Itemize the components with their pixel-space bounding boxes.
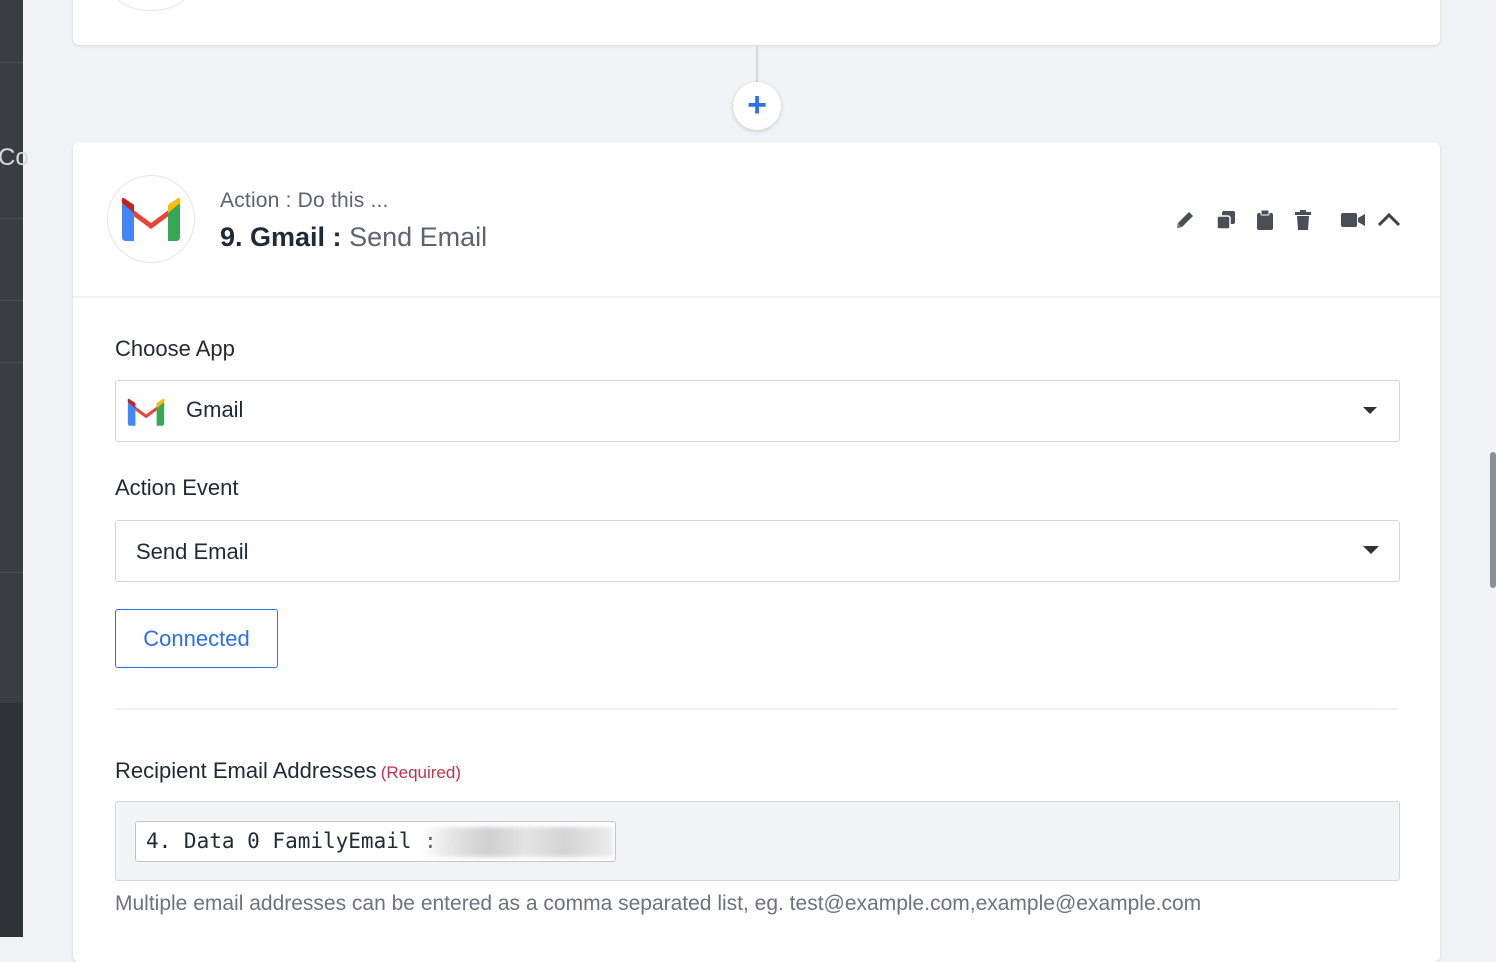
gmail-icon <box>107 175 195 263</box>
action-step-card: Action : Do this ... 9. Gmail : Send Ema… <box>73 142 1440 962</box>
chevron-down-icon <box>1363 546 1379 554</box>
plus-icon: + <box>747 85 767 124</box>
action-event-label: Action Event <box>115 475 239 500</box>
gmail-icon <box>127 398 165 426</box>
section-divider <box>115 708 1398 710</box>
choose-app-select[interactable]: Gmail <box>115 380 1400 442</box>
action-event-select[interactable]: Send Email <box>115 520 1400 582</box>
previous-step-card[interactable] <box>73 0 1440 45</box>
pencil-icon[interactable] <box>1173 208 1197 232</box>
sidebar-lower <box>0 703 23 937</box>
choose-app-value: Gmail <box>186 397 244 422</box>
step-number-app: 9. Gmail : <box>220 222 342 252</box>
sidebar-partial-text: Co <box>0 144 29 171</box>
sidebar-divider <box>0 300 23 301</box>
recipient-helper-text: Multiple email addresses can be entered … <box>115 892 1202 915</box>
chevron-up-icon[interactable] <box>1377 208 1401 232</box>
recipient-token[interactable]: 4. Data 0 FamilyEmail : g <box>135 821 616 862</box>
connected-button[interactable]: Connected <box>115 609 278 668</box>
sidebar-divider <box>0 362 23 363</box>
add-step-button[interactable]: + <box>733 82 781 130</box>
action-event-value: Send Email <box>136 539 249 564</box>
copy-icon[interactable] <box>1214 208 1238 232</box>
action-step-header[interactable]: Action : Do this ... 9. Gmail : Send Ema… <box>73 142 1440 298</box>
recipient-email-field[interactable]: 4. Data 0 FamilyEmail : g <box>115 801 1400 881</box>
scrollbar[interactable] <box>1490 452 1496 588</box>
recipient-label-text: Recipient Email Addresses <box>115 758 377 783</box>
step-event: Send Email <box>349 222 488 252</box>
trash-icon[interactable] <box>1291 208 1315 232</box>
choose-app-label: Choose App <box>115 336 235 361</box>
required-marker: (Required) <box>380 763 461 782</box>
clipboard-icon[interactable] <box>1253 208 1277 232</box>
step-connector-line <box>756 46 758 82</box>
recipient-token-text: 4. Data 0 FamilyEmail : g <box>146 829 463 853</box>
redacted-value <box>421 827 613 857</box>
left-sidebar <box>0 0 23 937</box>
sidebar-divider <box>0 218 23 219</box>
sidebar-divider <box>0 62 23 63</box>
action-subtitle: Action : Do this ... <box>220 189 389 212</box>
recipient-label: Recipient Email Addresses (Required) <box>115 758 461 784</box>
previous-step-icon <box>113 0 189 11</box>
sidebar-divider <box>0 572 23 573</box>
action-title: 9. Gmail : Send Email <box>220 222 487 253</box>
video-icon[interactable] <box>1340 208 1366 232</box>
chevron-down-icon <box>1363 407 1377 414</box>
